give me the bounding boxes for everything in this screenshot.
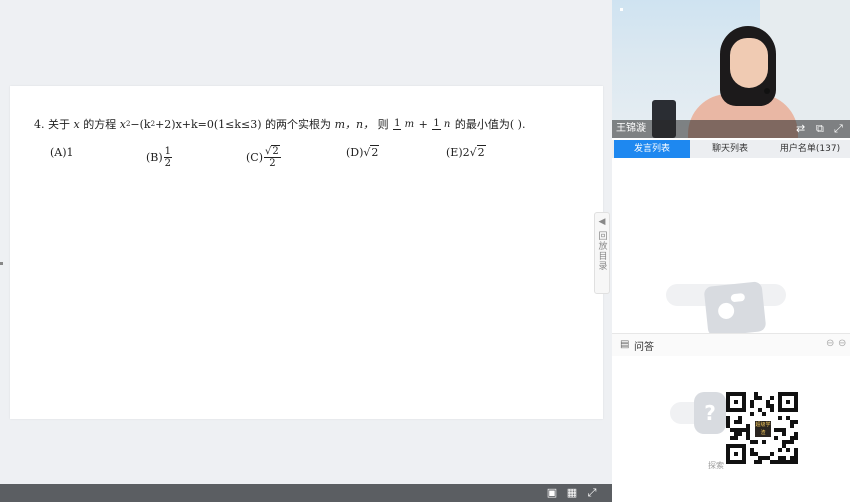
slide-canvas: 4. 关于 x 的方程 x2−(k2+2)x+k=0(1≤k≤3) 的两个实根为… [10,86,603,419]
speaker-list-empty [612,158,850,337]
courseware-pane: 4. 关于 x 的方程 x2−(k2+2)x+k=0(1≤k≤3) 的两个实根为… [0,0,612,502]
layout-icon[interactable]: ▦ [566,487,578,499]
qr-logo: 超级学渣 [754,420,772,438]
option-a: (A) 1 [50,146,74,159]
qr-code: 超级学渣 [726,392,798,464]
option-d: (D) √2 [346,145,380,159]
side-panel: 王锦漩 ⇄ ⧉ ⤢ 发言列表 聊天列表 用户名单(137) ▤ 问答 ⊖ ⊖ ?… [612,0,850,502]
swap-icon[interactable]: ⇄ [796,120,805,138]
question-line: 4. 关于 x 的方程 x2−(k2+2)x+k=0(1≤k≤3) 的两个实根为… [34,117,526,132]
edge-marker [0,262,3,265]
empty-chat-illustration [703,281,767,337]
question-mark-icon: ? [694,392,726,434]
expand-icon[interactable]: ⤢ [834,120,843,138]
question-number: 4. [34,117,45,131]
qa-icon: ▤ [620,339,630,350]
tab-user-list[interactable]: 用户名单(137) [770,140,850,158]
option-e: (E) 2 √2 [446,145,486,159]
tab-speaker-list[interactable]: 发言列表 [614,140,690,158]
presenter-face [730,38,768,88]
presenter-video: 王锦漩 ⇄ ⧉ ⤢ [612,0,850,138]
collapse-icon[interactable]: ⊖ [838,338,846,349]
fraction-1-over-n: 1 n [432,118,451,130]
playback-catalog-label: 回放目录 [596,231,607,271]
headset-mic [764,88,770,94]
video-overlay-bar: 王锦漩 ⇄ ⧉ ⤢ [612,120,850,138]
qa-title: 问答 [634,342,654,353]
presenter-name: 王锦漩 [616,123,646,134]
qa-hint: 探索 [708,461,724,470]
qa-header: ▤ 问答 ⊖ ⊖ [612,333,850,357]
minimize-icon[interactable]: ⊖ [826,338,834,349]
equation: x2−(k2+2)x+k=0(1≤k≤3) [119,117,262,131]
qa-panel: ? 探索 超级学渣 [612,356,850,502]
fraction-1-over-m: 1 m [393,118,415,130]
option-c: (C) √2 2 [246,145,281,169]
tab-chat-list[interactable]: 聊天列表 [692,140,768,158]
option-b: (B) 12 [146,146,173,169]
side-tabs: 发言列表 聊天列表 用户名单(137) [612,140,850,158]
screenshot-icon[interactable]: ▣ [546,487,558,499]
fullscreen-icon[interactable]: ⤢ [586,487,598,499]
playback-catalog-toggle[interactable]: ◀ 回放目录 [594,212,610,294]
player-control-bar: ▣ ▦ ⤢ [0,484,612,502]
popout-icon[interactable]: ⧉ [816,120,824,138]
chevron-left-icon: ◀ [598,217,606,227]
